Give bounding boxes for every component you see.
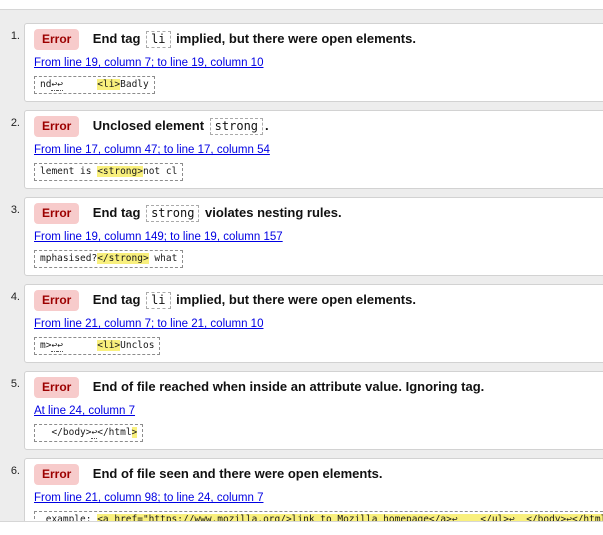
code-snippet: mphasised?</strong> what: [34, 250, 183, 268]
error-message: End tag li implied, but there were open …: [93, 292, 416, 307]
snippet-text: what: [149, 253, 178, 264]
message-text: End tag: [93, 205, 144, 220]
snippet-text: Unclos: [120, 340, 154, 351]
snippet-highlight: </strong>: [97, 253, 148, 264]
top-strip: [0, 0, 603, 10]
error-badge: Error: [34, 203, 79, 224]
source-location-link[interactable]: From line 17, column 47; to line 17, col…: [34, 144, 270, 156]
error-item: 5. Error End of file reached when inside…: [24, 371, 603, 450]
code-snippet: m>↩↩ <li>Unclos: [34, 337, 160, 355]
error-number: 5.: [4, 378, 20, 390]
message-code: strong: [210, 118, 263, 135]
error-badge: Error: [34, 290, 79, 311]
message-text: End tag: [93, 31, 144, 46]
error-message: End tag strong violates nesting rules.: [93, 205, 342, 220]
snippet-text: lement is: [40, 166, 97, 177]
message-text: implied, but there were open elements.: [173, 292, 416, 307]
message-text: violates nesting rules.: [201, 205, 341, 220]
error-item: 2. Error Unclosed element strong. From l…: [24, 110, 603, 189]
source-location-link[interactable]: At line 24, column 7: [34, 405, 135, 417]
message-text: End of file seen and there were open ele…: [93, 466, 383, 481]
code-snippet: </body>↩</html>: [34, 424, 143, 442]
error-message: End of file seen and there were open ele…: [93, 466, 383, 481]
error-badge: Error: [34, 377, 79, 398]
snippet-highlight: <strong>: [97, 166, 143, 177]
message-text: .: [265, 118, 269, 133]
error-item: 4. Error End tag li implied, but there w…: [24, 284, 603, 363]
source-location-link[interactable]: From line 21, column 98; to line 24, col…: [34, 492, 263, 504]
bottom-strip: [0, 521, 603, 535]
error-item: 3. Error End tag strong violates nesting…: [24, 197, 603, 276]
message-text: implied, but there were open elements.: [173, 31, 416, 46]
error-badge: Error: [34, 464, 79, 485]
source-location-link[interactable]: From line 19, column 149; to line 19, co…: [34, 231, 283, 243]
snippet-text: Badly: [120, 79, 149, 90]
error-message: End of file reached when inside an attri…: [93, 379, 485, 394]
snippet-text: m>↩↩: [40, 340, 97, 352]
message-code: li: [146, 292, 170, 309]
snippet-text: mphasised?: [40, 253, 97, 264]
error-message: Unclosed element strong.: [93, 118, 269, 133]
snippet-highlight: <li>: [97, 340, 120, 351]
message-code: strong: [146, 205, 199, 222]
error-number: 1.: [4, 30, 20, 42]
message-text: End of file reached when inside an attri…: [93, 379, 485, 394]
error-number: 6.: [4, 465, 20, 477]
snippet-highlight: >: [132, 427, 138, 438]
error-number: 3.: [4, 204, 20, 216]
code-snippet: lement is <strong>not cl: [34, 163, 183, 181]
snippet-text: not cl: [143, 166, 177, 177]
error-message: End tag li implied, but there were open …: [93, 31, 416, 46]
message-text: Unclosed element: [93, 118, 208, 133]
source-location-link[interactable]: From line 21, column 7; to line 21, colu…: [34, 318, 263, 330]
error-badge: Error: [34, 116, 79, 137]
snippet-text: </body>↩</html: [40, 427, 132, 439]
error-badge: Error: [34, 29, 79, 50]
source-location-link[interactable]: From line 19, column 7; to line 19, colu…: [34, 57, 263, 69]
snippet-highlight: <li>: [97, 79, 120, 90]
error-number: 2.: [4, 117, 20, 129]
error-number: 4.: [4, 291, 20, 303]
snippet-text: nd↩↩: [40, 79, 97, 91]
error-item: 1. Error End tag li implied, but there w…: [24, 23, 603, 102]
code-snippet: nd↩↩ <li>Badly: [34, 76, 155, 94]
message-text: End tag: [93, 292, 144, 307]
error-list: 1. Error End tag li implied, but there w…: [0, 10, 603, 535]
message-code: li: [146, 31, 170, 48]
